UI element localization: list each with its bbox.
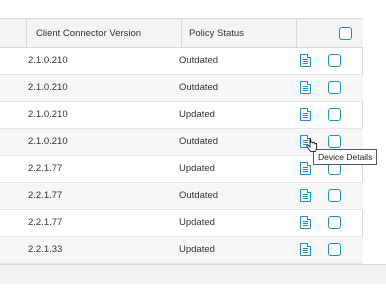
column-header-client-connector-version[interactable]: Client Connector Version — [36, 19, 141, 48]
row-select-checkbox[interactable] — [328, 54, 341, 67]
client-connector-version-cell: 2.1.0.210 — [28, 82, 68, 93]
table-row[interactable]: 2.2.1.33 Updated — [0, 237, 363, 264]
pointer-cursor-icon — [306, 138, 318, 152]
policy-status-cell: Outdated — [179, 190, 219, 201]
device-details-icon[interactable] — [300, 54, 311, 67]
policy-status-cell: Outdated — [179, 82, 219, 93]
column-separator — [26, 19, 27, 48]
client-connector-version-cell: 2.2.1.33 — [28, 244, 63, 255]
row-select-checkbox[interactable] — [328, 189, 341, 202]
client-connector-version-cell: 2.1.0.210 — [28, 55, 68, 66]
table-row[interactable]: 2.1.0.210 Outdated — [0, 75, 363, 102]
policy-status-cell: Updated — [179, 109, 215, 120]
device-details-icon[interactable] — [300, 162, 311, 175]
policy-status-cell: Updated — [179, 163, 215, 174]
policy-status-cell: Updated — [179, 244, 215, 255]
row-select-checkbox[interactable] — [328, 81, 341, 94]
row-select-checkbox[interactable] — [328, 108, 341, 121]
client-connector-version-cell: 2.2.1.77 — [28, 163, 63, 174]
table-row[interactable]: 2.2.1.77 Updated — [0, 156, 363, 183]
table-header: Client Connector Version Policy Status — [0, 19, 363, 48]
client-connector-version-cell: 2.2.1.77 — [28, 217, 63, 228]
row-select-checkbox[interactable] — [328, 216, 341, 229]
client-connector-version-cell: 2.2.1.77 — [28, 190, 63, 201]
device-details-icon[interactable] — [300, 243, 311, 256]
client-connector-version-cell: 2.1.0.210 — [28, 136, 68, 147]
row-select-checkbox[interactable] — [328, 135, 341, 148]
policy-status-cell: Updated — [179, 217, 215, 228]
column-separator — [296, 19, 297, 48]
policy-status-cell: Outdated — [179, 55, 219, 66]
row-select-checkbox[interactable] — [328, 243, 341, 256]
table-footer — [0, 264, 386, 284]
device-details-icon[interactable] — [300, 81, 311, 94]
select-all-checkbox[interactable] — [339, 27, 352, 40]
table-row[interactable]: 2.1.0.210 Outdated — [0, 48, 363, 75]
device-details-icon[interactable] — [300, 216, 311, 229]
table-row[interactable]: 2.1.0.210 Updated — [0, 102, 363, 129]
column-header-policy-status[interactable]: Policy Status — [189, 19, 244, 48]
device-details-tooltip: Device Details — [313, 149, 378, 165]
table-row[interactable]: 2.2.1.77 Outdated — [0, 183, 363, 210]
policy-status-cell: Outdated — [179, 136, 219, 147]
device-details-icon[interactable] — [300, 108, 311, 121]
table-row[interactable]: 2.2.1.77 Updated — [0, 210, 363, 237]
client-connector-version-cell: 2.1.0.210 — [28, 109, 68, 120]
device-details-icon[interactable] — [300, 189, 311, 202]
column-separator — [181, 19, 182, 48]
